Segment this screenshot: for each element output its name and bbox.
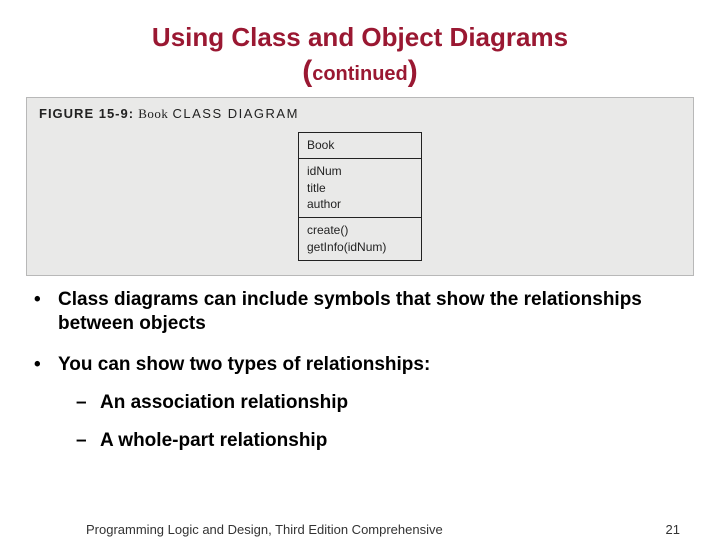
figure-caption: FIGURE 15-9: Book CLASS DIAGRAM xyxy=(39,106,681,122)
sub-bullet-item: A whole-part relationship xyxy=(100,429,660,453)
footer-text: Programming Logic and Design, Third Edit… xyxy=(86,522,443,537)
class-methods-section: create() getInfo(idNum) xyxy=(299,218,421,260)
slide-content: Class diagrams can include symbols that … xyxy=(0,276,720,453)
figure-panel: FIGURE 15-9: Book CLASS DIAGRAM Book idN… xyxy=(26,97,694,276)
class-attributes-section: idNum title author xyxy=(299,159,421,218)
slide-title: Using Class and Object Diagrams xyxy=(0,0,720,53)
class-diagram-box: Book idNum title author create() getInfo… xyxy=(298,132,422,261)
bullet-item: You can show two types of relationships:… xyxy=(54,353,690,452)
sub-bullet-item: An association relationship xyxy=(100,391,660,415)
class-name-section: Book xyxy=(299,133,421,159)
slide-subtitle: (continued) xyxy=(0,55,720,89)
bullet-item: Class diagrams can include symbols that … xyxy=(54,288,690,336)
page-number: 21 xyxy=(666,522,680,537)
